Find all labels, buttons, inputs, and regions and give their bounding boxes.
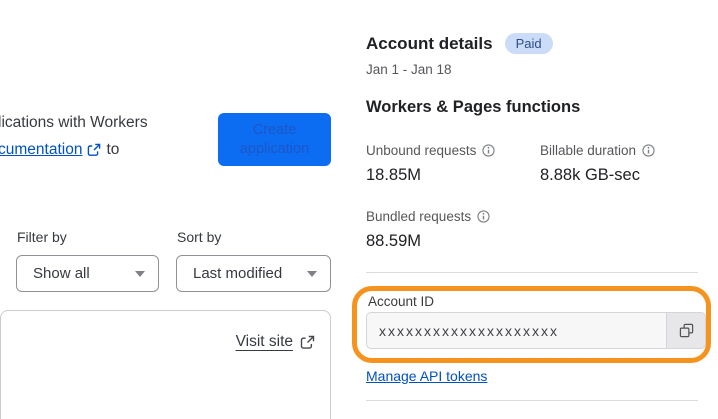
account-id-row — [366, 312, 706, 349]
filter-dropdown[interactable]: Show all — [16, 255, 159, 292]
intro-line2-suffix: to — [106, 141, 120, 158]
intro-text-line2: cumentation to — [0, 141, 119, 159]
sort-dropdown-value: Last modified — [193, 265, 283, 282]
account-id-label: Account ID — [368, 294, 435, 309]
documentation-link[interactable]: cumentation — [0, 141, 82, 159]
divider — [366, 272, 698, 273]
stat-unbound-requests: Unbound requests 18.85M — [366, 143, 495, 185]
sort-by-label: Sort by — [177, 229, 222, 245]
info-icon[interactable] — [477, 210, 490, 223]
filter-dropdown-value: Show all — [33, 265, 90, 282]
create-button-label-line1: Create — [252, 121, 297, 138]
stat-value: 88.59M — [366, 232, 422, 250]
info-icon[interactable] — [482, 144, 495, 157]
manage-api-tokens-link[interactable]: Manage API tokens — [366, 368, 487, 384]
account-details-header: Account details Paid — [366, 33, 553, 54]
sort-dropdown[interactable]: Last modified — [176, 255, 331, 292]
stat-value: 18.85M — [366, 166, 422, 184]
info-icon[interactable] — [642, 144, 655, 157]
visit-site-link[interactable]: Visit site — [236, 333, 315, 351]
plan-badge: Paid — [504, 33, 553, 54]
site-list-card — [0, 310, 331, 419]
chevron-down-icon — [307, 270, 317, 277]
functions-section-title: Workers & Pages functions — [366, 98, 581, 116]
external-link-icon — [87, 143, 101, 157]
stat-label: Unbound requests — [366, 143, 477, 158]
filter-by-label: Filter by — [17, 229, 67, 245]
create-button-label-line2: application — [239, 140, 310, 157]
stat-label: Bundled requests — [366, 209, 472, 224]
stat-value: 8.88k GB-sec — [540, 166, 640, 184]
intro-text-line1: lications with Workers — [0, 114, 148, 131]
billing-date-range: Jan 1 - Jan 18 — [366, 62, 452, 77]
copy-icon — [679, 323, 694, 338]
divider — [366, 400, 698, 401]
copy-button[interactable] — [666, 312, 706, 349]
stat-label: Billable duration — [540, 143, 637, 158]
workers-pages-screen: lications with Workers cumentation to Cr… — [0, 0, 718, 419]
account-id-input[interactable] — [366, 312, 666, 349]
create-application-button[interactable]: Create application — [218, 113, 331, 166]
stat-bundled-requests: Bundled requests 88.59M — [366, 209, 490, 251]
external-link-icon — [300, 335, 315, 350]
account-details-title: Account details — [366, 33, 493, 53]
stat-billable-duration: Billable duration 8.88k GB-sec — [540, 143, 655, 185]
chevron-down-icon — [135, 270, 145, 277]
visit-site-label: Visit site — [235, 333, 293, 350]
